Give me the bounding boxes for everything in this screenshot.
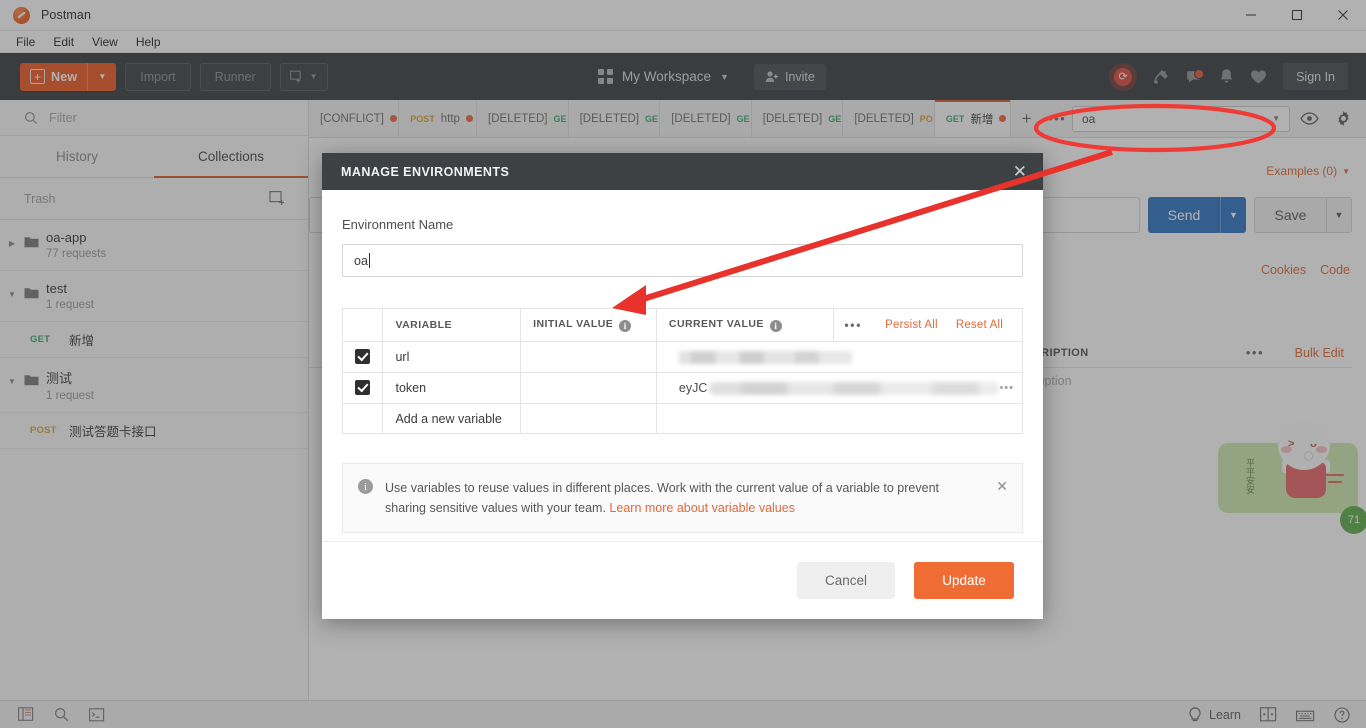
close-icon[interactable]: ✕ bbox=[996, 478, 1008, 495]
text-cursor bbox=[368, 253, 370, 268]
table-actions-column: ••• Persist All Reset All bbox=[833, 308, 1023, 342]
select-all-column bbox=[341, 308, 384, 342]
row-checkbox-cell[interactable] bbox=[341, 341, 384, 373]
modal-title: MANAGE ENVIRONMENTS bbox=[341, 164, 510, 179]
current-value-cell[interactable]: eyJC ••• bbox=[655, 372, 1024, 404]
update-button[interactable]: Update bbox=[914, 562, 1014, 599]
current-value-column-header: CURRENT VALUE i bbox=[655, 308, 835, 342]
variables-table-header-row: VARIABLE INITIAL VALUE i CURRENT VALUE i •… bbox=[341, 308, 1023, 342]
redacted-value bbox=[709, 381, 1000, 395]
learn-more-link[interactable]: Learn more about variable values bbox=[609, 501, 795, 515]
current-value-cell[interactable] bbox=[655, 341, 1024, 373]
variables-info-banner: i Use variables to reuse values in diffe… bbox=[342, 463, 1023, 533]
postman-app-window: Postman File Edit View Help + New ▼ Impo… bbox=[0, 0, 1366, 728]
ellipsis-icon: ••• bbox=[999, 382, 1014, 394]
initial-value-cell[interactable] bbox=[520, 403, 657, 434]
checkbox-checked-icon[interactable] bbox=[355, 349, 370, 365]
reset-all-button[interactable]: Reset All bbox=[947, 319, 1012, 331]
row-checkbox-cell[interactable] bbox=[341, 403, 384, 434]
cancel-button[interactable]: Cancel bbox=[797, 562, 895, 599]
redacted-value bbox=[678, 350, 852, 364]
variable-name-cell[interactable]: token bbox=[382, 372, 522, 404]
table-row: url bbox=[341, 341, 1024, 373]
current-value-cell[interactable] bbox=[655, 403, 1024, 434]
initial-value-column-label: INITIAL VALUE bbox=[533, 318, 614, 330]
environment-name-input[interactable]: oa bbox=[342, 244, 1023, 277]
current-value-text: eyJC bbox=[678, 381, 708, 395]
variables-table: VARIABLE INITIAL VALUE i CURRENT VALUE i •… bbox=[341, 308, 1024, 434]
initial-value-cell[interactable] bbox=[520, 372, 657, 404]
environment-name-value: oa bbox=[354, 253, 368, 268]
table-row: token eyJC ••• bbox=[341, 372, 1024, 404]
close-icon[interactable]: ✕ bbox=[1013, 163, 1027, 180]
manage-environments-modal: MANAGE ENVIRONMENTS ✕ Environment Name o… bbox=[322, 153, 1043, 619]
modal-footer: Cancel Update bbox=[322, 541, 1043, 619]
ellipsis-icon[interactable]: ••• bbox=[844, 318, 876, 332]
modal-header: MANAGE ENVIRONMENTS ✕ bbox=[322, 153, 1043, 190]
modal-body: Environment Name oa VARIABLE INITIAL VAL… bbox=[322, 190, 1043, 533]
table-row-new: Add a new variable bbox=[341, 403, 1024, 434]
info-icon[interactable]: i bbox=[619, 320, 632, 332]
info-banner-text: Use variables to reuse values in differe… bbox=[385, 478, 960, 518]
variable-name-cell[interactable]: url bbox=[382, 341, 522, 373]
variable-column-header: VARIABLE bbox=[382, 308, 522, 342]
checkbox-checked-icon[interactable] bbox=[355, 380, 370, 396]
current-value-column-label: CURRENT VALUE bbox=[668, 318, 764, 330]
environment-name-label: Environment Name bbox=[342, 217, 454, 232]
initial-value-cell[interactable] bbox=[520, 341, 657, 373]
persist-all-button[interactable]: Persist All bbox=[876, 319, 947, 331]
initial-value-column-header: INITIAL VALUE i bbox=[520, 308, 657, 342]
info-icon: i bbox=[358, 479, 373, 494]
new-variable-input[interactable]: Add a new variable bbox=[382, 403, 522, 434]
info-icon[interactable]: i bbox=[769, 320, 782, 332]
variable-column-label: VARIABLE bbox=[395, 319, 452, 331]
row-checkbox-cell[interactable] bbox=[341, 372, 384, 404]
